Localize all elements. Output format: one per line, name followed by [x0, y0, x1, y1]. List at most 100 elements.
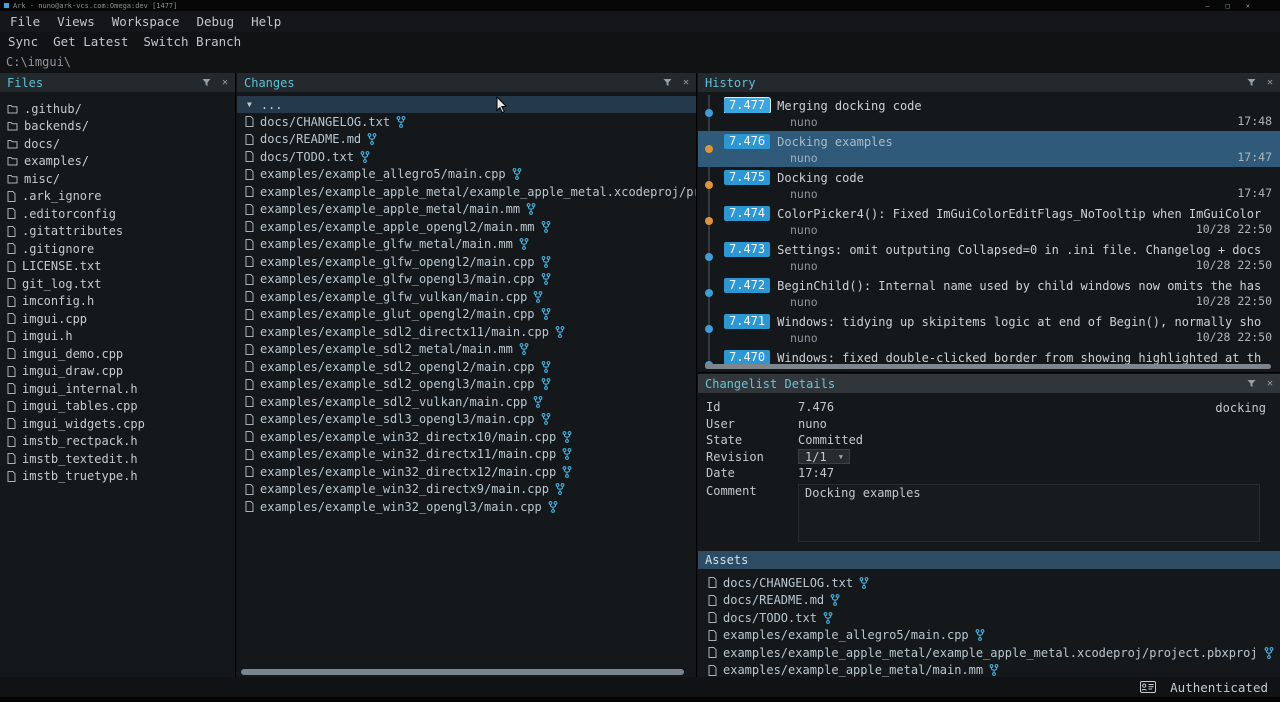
filter-icon[interactable] [663, 78, 672, 87]
changed-file-row[interactable]: examples/example_sdl2_metal/main.mm [237, 341, 696, 359]
file-tree-item[interactable]: git_log.txt [0, 275, 235, 293]
file-tree-item[interactable]: .editorconfig [0, 205, 235, 223]
menu-workspace[interactable]: Workspace [112, 14, 180, 29]
commit-node-icon [705, 217, 713, 225]
revision-label: Revision [706, 450, 798, 464]
changed-file-row[interactable]: examples/example_win32_directx9/main.cpp [237, 481, 696, 499]
file-name: docs/ [24, 137, 60, 151]
assets-panel-header[interactable]: Assets [698, 551, 1280, 569]
file-tree-item[interactable]: LICENSE.txt [0, 258, 235, 276]
chevron-down-icon: ▼ [839, 453, 843, 461]
asset-row[interactable]: docs/TODO.txt [698, 609, 1280, 627]
file-tree-item[interactable]: examples/ [0, 153, 235, 171]
history-commit-row[interactable]: 7.472BeginChild(): Internal name used by… [698, 275, 1280, 311]
changed-file-row[interactable]: docs/CHANGELOG.txt [237, 113, 696, 131]
changed-file-row[interactable]: examples/example_glfw_opengl2/main.cpp [237, 253, 696, 271]
file-tree-item[interactable]: imgui.cpp [0, 310, 235, 328]
history-commit-row[interactable]: 7.475Docking codenuno17:47 [698, 167, 1280, 203]
file-tree-item[interactable]: imconfig.h [0, 293, 235, 311]
changed-file-row[interactable]: examples/example_sdl3_opengl3/main.cpp [237, 411, 696, 429]
file-tree-item[interactable]: .gitignore [0, 240, 235, 258]
changed-file-row[interactable]: docs/TODO.txt [237, 148, 696, 166]
file-tree-item[interactable]: backends/ [0, 118, 235, 136]
changed-file-row[interactable]: examples/example_win32_directx12/main.cp… [237, 463, 696, 481]
close-panel-icon[interactable]: ✕ [683, 78, 689, 88]
history-commit-row[interactable]: 7.473Settings: omit outputing Collapsed=… [698, 239, 1280, 275]
changed-file-row[interactable]: examples/example_win32_opengl3/main.cpp [237, 498, 696, 516]
close-panel-icon[interactable]: ✕ [222, 78, 228, 88]
horizontal-scrollbar[interactable] [241, 669, 684, 675]
file-tree-item[interactable]: imstb_textedit.h [0, 450, 235, 468]
changed-file-row[interactable]: examples/example_sdl2_vulkan/main.cpp [237, 393, 696, 411]
get-latest-button[interactable]: Get Latest [53, 34, 128, 49]
history-commit-row[interactable]: 7.471Windows: tidying up skipitems logic… [698, 311, 1280, 347]
file-tree-item[interactable]: imgui_draw.cpp [0, 363, 235, 381]
changed-file-path: examples/example_glfw_vulkan/main.cpp [260, 290, 527, 304]
file-icon [708, 665, 717, 676]
close-panel-icon[interactable]: ✕ [1267, 379, 1273, 389]
revision-selector[interactable]: 1/1 ▼ [798, 449, 850, 464]
file-tree-item[interactable]: imgui_internal.h [0, 380, 235, 398]
history-commit-row[interactable]: 7.477Merging docking codenuno17:48 [698, 95, 1280, 131]
asset-row[interactable]: examples/example_apple_metal/example_app… [698, 644, 1280, 662]
file-tree-item[interactable]: imgui.h [0, 328, 235, 346]
file-name: imgui_internal.h [22, 382, 138, 396]
menu-views[interactable]: Views [57, 14, 95, 29]
asset-path: docs/README.md [723, 593, 824, 607]
changed-file-row[interactable]: examples/example_apple_metal/example_app… [237, 183, 696, 201]
file-tree-item[interactable]: misc/ [0, 170, 235, 188]
minimize-button[interactable]: — [1205, 2, 1209, 10]
file-icon [7, 453, 16, 464]
changed-file-row[interactable]: examples/example_sdl2_opengl3/main.cpp [237, 376, 696, 394]
history-commit-row[interactable]: 7.474ColorPicker4(): Fixed ImGuiColorEdi… [698, 203, 1280, 239]
horizontal-scrollbar[interactable] [705, 364, 1271, 369]
asset-row[interactable]: examples/example_allegro5/main.cpp [698, 627, 1280, 645]
sync-button[interactable]: Sync [8, 34, 38, 49]
asset-path: examples/example_apple_metal/main.mm [723, 663, 983, 677]
changes-panel-title: Changes [244, 76, 295, 90]
file-tree-item[interactable]: docs/ [0, 135, 235, 153]
changed-file-row[interactable]: examples/example_allegro5/main.cpp [237, 166, 696, 184]
file-tree-item[interactable]: imgui_widgets.cpp [0, 415, 235, 433]
filter-icon[interactable] [1247, 379, 1256, 388]
asset-row[interactable]: docs/CHANGELOG.txt [698, 574, 1280, 592]
file-tree-item[interactable]: imgui_tables.cpp [0, 398, 235, 416]
chevron-down-icon[interactable]: ▼ [247, 100, 252, 109]
file-icon [245, 326, 254, 337]
file-tree-item[interactable]: imstb_rectpack.h [0, 433, 235, 451]
commit-time: 17:47 [1237, 186, 1272, 200]
menu-help[interactable]: Help [251, 14, 281, 29]
commit-node-icon [705, 109, 713, 117]
changed-file-row[interactable]: examples/example_win32_directx11/main.cp… [237, 446, 696, 464]
changed-file-row[interactable]: examples/example_glfw_opengl3/main.cpp [237, 271, 696, 289]
changes-root-row[interactable]: ▼ ... [237, 96, 696, 113]
changed-file-row[interactable]: examples/example_glfw_metal/main.mm [237, 236, 696, 254]
changed-file-row[interactable]: examples/example_apple_metal/main.mm [237, 201, 696, 219]
changed-file-row[interactable]: examples/example_win32_directx10/main.cp… [237, 428, 696, 446]
switch-branch-button[interactable]: Switch Branch [143, 34, 241, 49]
asset-row[interactable]: docs/README.md [698, 592, 1280, 610]
filter-icon[interactable] [1247, 78, 1256, 87]
changed-file-row[interactable]: examples/example_apple_opengl2/main.mm [237, 218, 696, 236]
comment-field[interactable]: Docking examples [798, 484, 1260, 542]
changed-file-row[interactable]: examples/example_glfw_vulkan/main.cpp [237, 288, 696, 306]
close-panel-icon[interactable]: ✕ [1267, 78, 1273, 88]
menu-debug[interactable]: Debug [196, 14, 234, 29]
menu-file[interactable]: File [10, 14, 40, 29]
changed-file-row[interactable]: examples/example_sdl2_opengl2/main.cpp [237, 358, 696, 376]
file-tree-item[interactable]: .gitattributes [0, 223, 235, 241]
close-button[interactable]: ✕ [1246, 2, 1250, 10]
file-tree-item[interactable]: imstb_truetype.h [0, 468, 235, 486]
changed-file-row[interactable]: docs/README.md [237, 131, 696, 149]
history-commit-row[interactable]: 7.476Docking examplesnuno17:47 [698, 131, 1280, 167]
filter-icon[interactable] [202, 78, 211, 87]
changed-file-row[interactable]: examples/example_sdl2_directx11/main.cpp [237, 323, 696, 341]
file-tree-item[interactable]: .ark_ignore [0, 188, 235, 206]
commit-node-icon [705, 253, 713, 261]
asset-row[interactable]: examples/example_apple_metal/main.mm [698, 662, 1280, 678]
file-tree-item[interactable]: .github/ [0, 100, 235, 118]
revision-badge: 7.474 [724, 206, 770, 221]
changed-file-row[interactable]: examples/example_glut_opengl2/main.cpp [237, 306, 696, 324]
file-tree-item[interactable]: imgui_demo.cpp [0, 345, 235, 363]
maximize-button[interactable]: □ [1226, 2, 1230, 10]
